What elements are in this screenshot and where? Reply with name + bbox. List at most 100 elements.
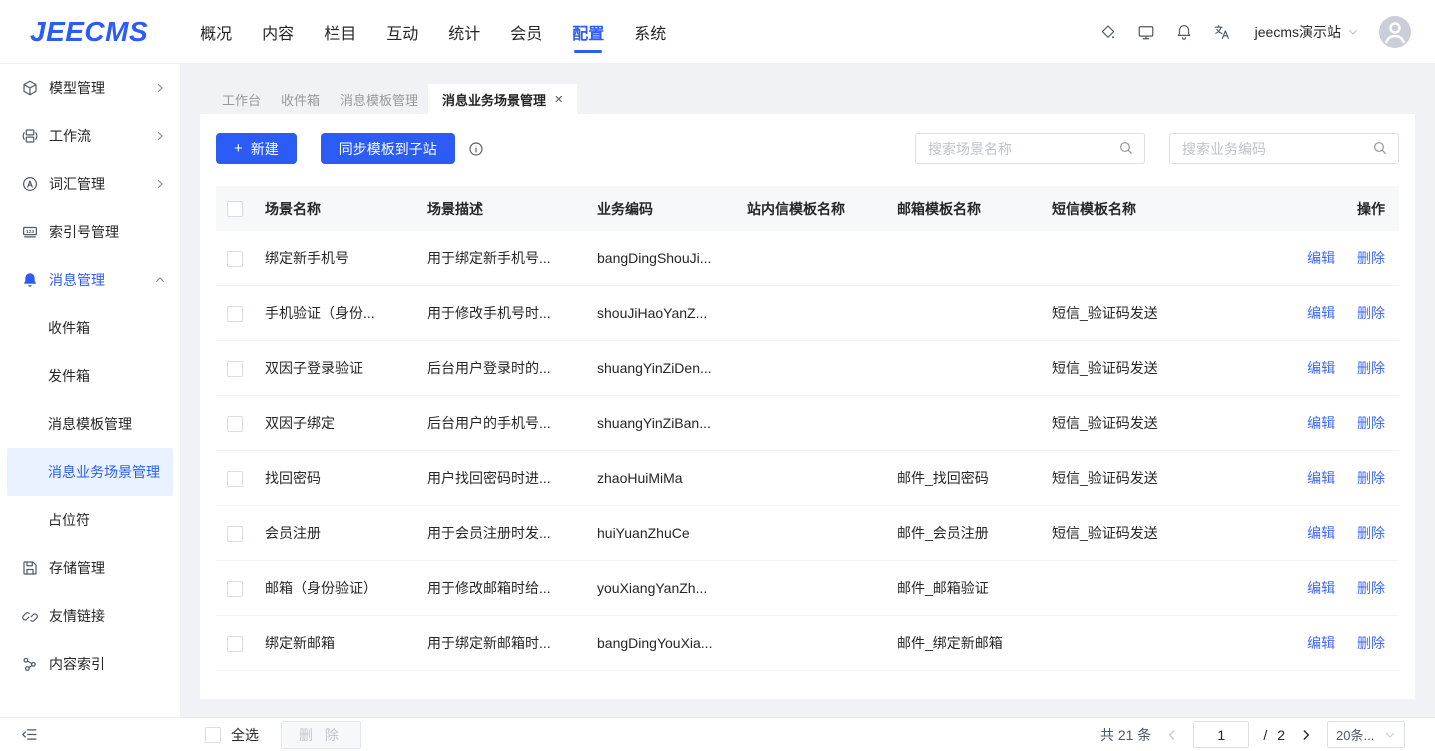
delete-link[interactable]: 删除 (1357, 360, 1385, 376)
sidebar-item-label: 词汇管理 (49, 174, 154, 194)
nav-system[interactable]: 系统 (634, 0, 666, 64)
tab-inbox[interactable]: 收件箱 (271, 84, 330, 114)
nav-members[interactable]: 会员 (510, 0, 542, 64)
edit-link[interactable]: 编辑 (1307, 250, 1335, 266)
prev-page-icon[interactable] (1165, 728, 1179, 742)
sidebar-subitem-outbox[interactable]: 发件箱 (7, 352, 173, 400)
col-sms-template: 短信模板名称 (1052, 199, 1240, 219)
user-avatar[interactable] (1379, 16, 1411, 48)
new-button[interactable]: + 新建 (216, 133, 297, 164)
tab-workbench[interactable]: 工作台 (212, 84, 271, 114)
site-switcher[interactable]: jeecms演示站 (1255, 22, 1359, 42)
delete-link[interactable]: 删除 (1357, 250, 1385, 266)
cell-scene-desc: 后台用户登录时的... (427, 358, 597, 378)
sidebar-item-friend-links[interactable]: 友情链接 (0, 592, 180, 640)
language-icon[interactable] (1213, 23, 1231, 41)
svg-text:123: 123 (26, 229, 34, 235)
delete-link[interactable]: 删除 (1357, 525, 1385, 541)
row-checkbox[interactable] (227, 636, 243, 652)
edit-link[interactable]: 编辑 (1307, 415, 1335, 431)
row-checkbox[interactable] (227, 251, 243, 267)
sidebar-item-storage-management[interactable]: 存储管理 (0, 544, 180, 592)
nav-channel[interactable]: 栏目 (324, 0, 356, 64)
bell-icon (21, 271, 39, 289)
cell-scene-desc: 后台用户的手机号... (427, 413, 597, 433)
tab-message-scene[interactable]: 消息业务场景管理 ✕ (428, 84, 577, 114)
row-checkbox[interactable] (227, 471, 243, 487)
nav-configuration[interactable]: 配置 (572, 0, 604, 64)
delete-link[interactable]: 删除 (1357, 635, 1385, 651)
cell-sms-template: 短信_验证码发送 (1052, 523, 1240, 543)
row-checkbox[interactable] (227, 416, 243, 432)
sidebar-subitem-message-scene[interactable]: 消息业务场景管理 (7, 448, 173, 496)
chevron-down-icon (1347, 26, 1359, 38)
chevron-right-icon (154, 178, 166, 190)
info-icon[interactable] (468, 141, 484, 157)
content-card: + 新建 同步模板到子站 (200, 114, 1415, 699)
edit-link[interactable]: 编辑 (1307, 470, 1335, 486)
page-size-select[interactable]: 20条... (1327, 721, 1405, 748)
page-number-input[interactable] (1193, 721, 1249, 748)
chevron-right-icon (154, 130, 166, 142)
delete-link[interactable]: 删除 (1357, 415, 1385, 431)
nav-overview[interactable]: 概况 (200, 0, 232, 64)
row-checkbox[interactable] (227, 526, 243, 542)
search-icon[interactable] (1118, 140, 1134, 156)
next-page-icon[interactable] (1299, 728, 1313, 742)
edit-link[interactable]: 编辑 (1307, 635, 1335, 651)
search-scene-input[interactable] (915, 133, 1145, 164)
search-icon[interactable] (1372, 140, 1388, 156)
edit-link[interactable]: 编辑 (1307, 525, 1335, 541)
table-body: 绑定新手机号 用于绑定新手机号... bangDingShouJi... 编辑 … (216, 231, 1399, 671)
sidebar-item-label: 工作流 (49, 126, 154, 146)
monitor-icon[interactable] (1137, 23, 1155, 41)
sidebar-item-content-index[interactable]: 内容索引 (0, 640, 180, 688)
close-icon[interactable]: ✕ (554, 93, 563, 106)
search-code-input[interactable] (1169, 133, 1399, 164)
sidebar-subitem-inbox[interactable]: 收件箱 (7, 304, 173, 352)
cell-email-template: 邮件_找回密码 (897, 468, 1052, 488)
delete-link[interactable]: 删除 (1357, 305, 1385, 321)
sync-template-button[interactable]: 同步模板到子站 (321, 133, 455, 164)
edit-link[interactable]: 编辑 (1307, 360, 1335, 376)
cell-scene-name: 双因子绑定 (265, 413, 427, 433)
delete-link[interactable]: 删除 (1357, 470, 1385, 486)
nav-content[interactable]: 内容 (262, 0, 294, 64)
nav-statistics[interactable]: 统计 (448, 0, 480, 64)
cell-business-code: shouJiHaoYanZ... (597, 305, 747, 321)
row-checkbox[interactable] (227, 361, 243, 377)
select-all-header-checkbox[interactable] (227, 201, 243, 217)
cell-scene-desc: 用于绑定新邮箱时... (427, 633, 597, 653)
cube-icon (21, 79, 39, 97)
chevron-right-icon (154, 82, 166, 94)
sidebar-item-label: 模型管理 (49, 78, 154, 98)
cell-scene-name: 双因子登录验证 (265, 358, 427, 378)
row-checkbox[interactable] (227, 306, 243, 322)
sidebar-item-label: 索引号管理 (49, 222, 166, 242)
delete-link[interactable]: 删除 (1357, 580, 1385, 596)
sidebar-item-workflow[interactable]: 工作流 (0, 112, 180, 160)
total-count: 共 21 条 (1100, 725, 1151, 745)
jeecms-logo: JEECMS (30, 16, 148, 48)
notification-bell-icon[interactable] (1175, 23, 1193, 41)
sidebar-subitem-placeholder[interactable]: 占位符 (7, 496, 173, 544)
edit-link[interactable]: 编辑 (1307, 580, 1335, 596)
row-checkbox[interactable] (227, 581, 243, 597)
sidebar-item-index-number-management[interactable]: 123 索引号管理 (0, 208, 180, 256)
sidebar-item-vocabulary-management[interactable]: 词汇管理 (0, 160, 180, 208)
tab-message-template[interactable]: 消息模板管理 (330, 84, 428, 114)
edit-link[interactable]: 编辑 (1307, 305, 1335, 321)
select-all-checkbox[interactable] (205, 727, 221, 743)
table-row: 绑定新邮箱 用于绑定新邮箱时... bangDingYouXia... 邮件_绑… (216, 616, 1399, 671)
table-row: 双因子绑定 后台用户的手机号... shuangYinZiBan... 短信_验… (216, 396, 1399, 451)
footer-bar: 全选 删 除 共 21 条 / 2 20条... (180, 717, 1435, 751)
nav-interaction[interactable]: 互动 (386, 0, 418, 64)
menu-fold-icon[interactable] (21, 726, 38, 743)
sidebar-subitem-message-template[interactable]: 消息模板管理 (7, 400, 173, 448)
sidebar-item-message-management[interactable]: 消息管理 (0, 256, 180, 304)
link-icon (21, 607, 39, 625)
cell-scene-desc: 用户找回密码时进... (427, 468, 597, 488)
delete-selected-button[interactable]: 删 除 (281, 721, 361, 749)
clean-cache-icon[interactable] (1099, 23, 1117, 41)
sidebar-item-model-management[interactable]: 模型管理 (0, 64, 180, 112)
